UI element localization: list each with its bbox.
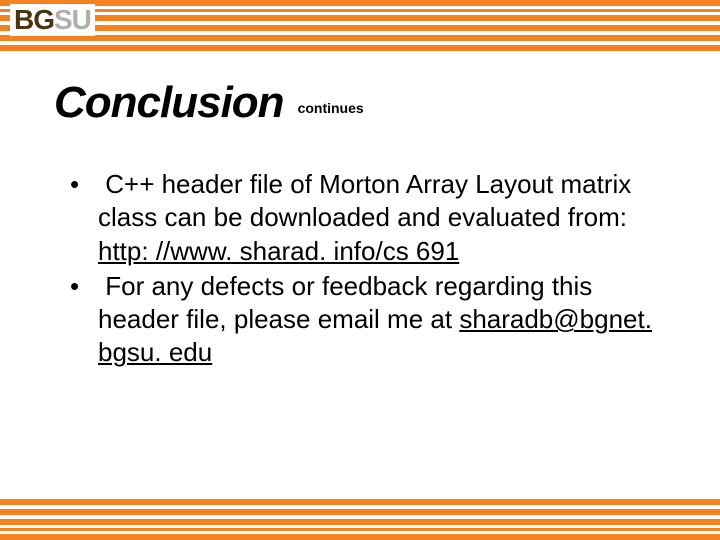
- bgsu-logo: BGSU: [10, 4, 95, 36]
- bottom-stripe-group: [0, 499, 720, 540]
- bullet-text: C++ header file of Morton Array Layout m…: [98, 169, 631, 232]
- bullet-link: http: //www. sharad. info/cs 691: [98, 236, 459, 266]
- logo-secondary: SU: [54, 4, 91, 35]
- list-item: For any defects or feedback regarding th…: [70, 270, 660, 370]
- bullet-list: C++ header file of Morton Array Layout m…: [70, 168, 660, 370]
- slide-title-suffix: continues: [298, 100, 364, 116]
- list-item: C++ header file of Morton Array Layout m…: [70, 168, 660, 268]
- slide-title: Conclusion: [54, 78, 284, 128]
- slide-content: C++ header file of Morton Array Layout m…: [70, 168, 660, 372]
- top-stripe-group: [0, 0, 720, 51]
- slide-title-wrap: Conclusion continues: [54, 78, 364, 128]
- logo-primary: BG: [14, 4, 54, 35]
